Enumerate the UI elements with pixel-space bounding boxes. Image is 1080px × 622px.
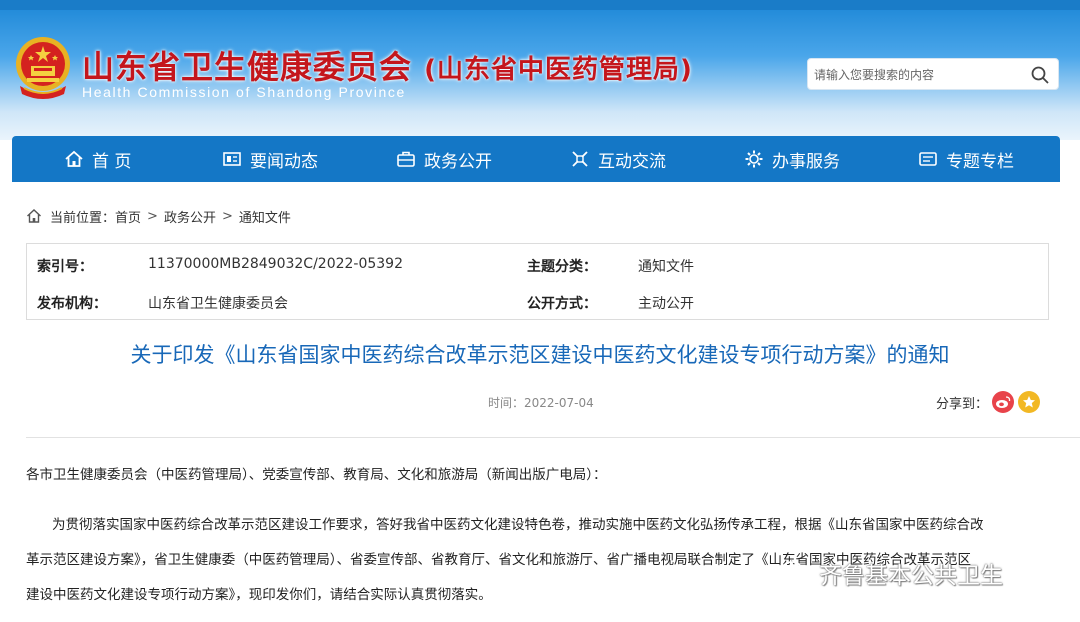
- wechat-watermark: 齐鲁基本公共卫生: [781, 556, 1003, 590]
- breadcrumb-separator: >: [147, 208, 158, 224]
- public-mode-label: 公开方式：: [527, 296, 597, 312]
- publisher-value: 山东省卫生健康委员会: [148, 296, 288, 312]
- home-icon: [27, 209, 41, 223]
- share-bar: 分享到：: [936, 391, 1041, 413]
- nav-label: 政务公开: [424, 151, 492, 172]
- article-title: 关于印发《山东省国家中医药综合改革示范区建设中医药文化建设专项行动方案》的通知: [130, 343, 950, 367]
- top-strip: [0, 0, 1080, 10]
- recipients-line: 各市卫生健康委员会（中医药管理局）、党委宣传部、教育局、文化和旅游局（新闻出版广…: [26, 467, 607, 483]
- home-icon: [65, 150, 83, 167]
- nav-item-interaction[interactable]: 互动交流: [570, 136, 666, 182]
- breadcrumb-home[interactable]: 首页: [115, 207, 141, 226]
- nav-item-news[interactable]: 要闻动态: [222, 136, 318, 182]
- index-label: 索引号：: [37, 259, 93, 275]
- site-header: 山东省卫生健康委员会 (山东省中医药管理局) Health Commission…: [0, 0, 1080, 140]
- nav-label: 专题专栏: [946, 151, 1014, 172]
- breadcrumb-separator: >: [221, 208, 233, 224]
- main-nav: 首 页 要闻动态 政务公开 互动交流 办事服务 专题专栏: [12, 136, 1060, 182]
- share-label: 分享到：: [936, 396, 989, 412]
- topic-label: 主题分类：: [527, 259, 597, 275]
- watermark-text: 齐鲁基本公共卫生: [819, 563, 1003, 589]
- public-mode-value: 主动公开: [638, 296, 694, 312]
- weibo-icon: [996, 396, 1011, 408]
- nav-item-home[interactable]: 首 页: [64, 136, 131, 182]
- nav-item-services[interactable]: 办事服务: [744, 136, 840, 182]
- paragraph-line: 为贯彻落实国家中医药综合改革示范区建设工作要求，答好我省中医药文化建设特色卷，推…: [52, 517, 984, 533]
- weibo-share-button[interactable]: [992, 391, 1015, 413]
- column-icon: [919, 152, 937, 166]
- news-icon: [223, 152, 241, 166]
- qzone-share-button[interactable]: [1018, 391, 1041, 413]
- nav-item-government[interactable]: 政务公开: [396, 136, 492, 182]
- wechat-icon: [781, 561, 810, 584]
- interact-icon: [572, 151, 588, 167]
- nav-label: 要闻动态: [250, 151, 318, 172]
- nav-label: 办事服务: [772, 151, 840, 172]
- service-icon: [745, 150, 763, 168]
- nav-item-columns[interactable]: 专题专栏: [918, 136, 1014, 182]
- nav-label: 首 页: [92, 151, 132, 172]
- publish-time: 时间：2022-07-04: [488, 396, 594, 410]
- search-box: [807, 58, 1059, 90]
- national-emblem-icon: [16, 37, 70, 99]
- breadcrumb-government[interactable]: 政务公开: [164, 207, 216, 226]
- search-input[interactable]: [814, 65, 1024, 85]
- site-title[interactable]: 山东省卫生健康委员会 (山东省中医药管理局): [82, 42, 693, 88]
- breadcrumb-notices[interactable]: 通知文件: [239, 207, 291, 226]
- publisher-label: 发布机构：: [37, 296, 107, 312]
- breadcrumb: 当前位置： 首页 > 政务公开 > 通知文件: [26, 206, 291, 226]
- index-value: 11370000MB2849032C/2022-05392: [148, 256, 404, 272]
- nav-label: 互动交流: [598, 151, 666, 172]
- divider: [26, 437, 1080, 438]
- briefcase-icon: [397, 151, 415, 167]
- site-title-sub: (山东省中医药管理局): [424, 55, 693, 85]
- star-icon: [1023, 396, 1036, 408]
- paragraph-line: 建设中医药文化建设专项行动方案》，现印发你们，请结合实际认真贯彻落实。: [26, 587, 492, 603]
- breadcrumb-label: 当前位置：: [50, 210, 116, 226]
- search-icon[interactable]: [1030, 65, 1050, 85]
- site-title-english: Health Commission of Shandong Province: [82, 84, 406, 100]
- site-title-main: 山东省卫生健康委员会: [82, 48, 413, 86]
- document-meta-table: 索引号： 11370000MB2849032C/2022-05392 主题分类：…: [26, 243, 1049, 320]
- topic-value: 通知文件: [638, 259, 694, 275]
